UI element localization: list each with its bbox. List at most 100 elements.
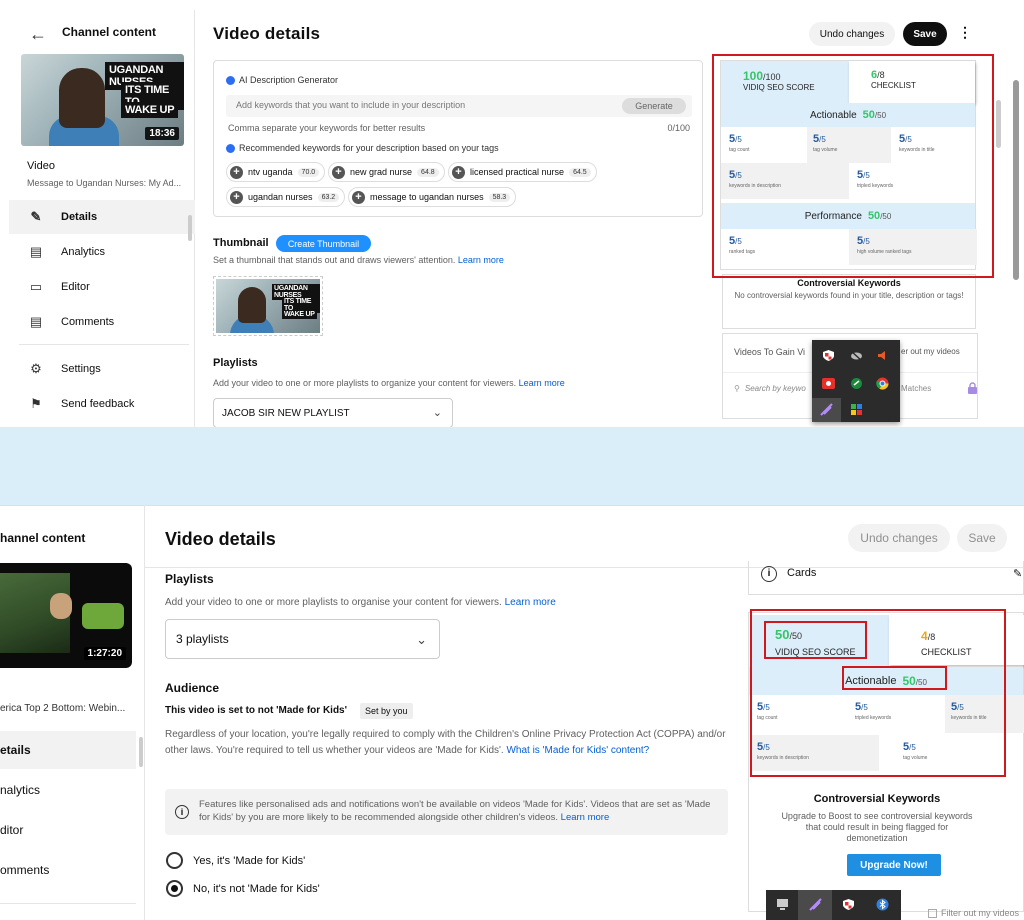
back-arrow-icon[interactable]: ←	[29, 24, 47, 45]
filter-my-videos[interactable]: er out my videos	[901, 347, 960, 356]
red-highlight-box	[712, 54, 994, 278]
thumbnail-option[interactable]: UGANDAN NURSES ITS TIME TO WAKE UP	[213, 276, 323, 336]
create-thumbnail-button[interactable]: Create Thumbnail	[276, 235, 371, 252]
network-icon[interactable]	[850, 377, 863, 390]
feather-icon[interactable]	[820, 403, 833, 416]
cards-row[interactable]: i Cards ✎	[748, 561, 1024, 595]
chip-score: 70.0	[297, 167, 320, 177]
generate-button[interactable]: Generate	[622, 98, 686, 114]
keyword-search[interactable]: ⚲ Search by keywo	[734, 384, 806, 393]
keyword-chip[interactable]: + ntv uganda 70.0	[226, 162, 326, 182]
save-button[interactable]: Save	[957, 524, 1007, 552]
panel-scrollbar[interactable]	[996, 100, 1001, 148]
page-scrollbar[interactable]	[1013, 80, 1019, 280]
cards-label: Cards	[787, 567, 817, 579]
learn-more-link[interactable]: Learn more	[519, 378, 565, 388]
keyword-chip[interactable]: + message to ugandan nurses 58.3	[348, 187, 517, 207]
nav-comments[interactable]: ▤ Comments	[9, 305, 195, 339]
page-title: Video details	[213, 24, 321, 43]
nav-send-feedback[interactable]: ⚑ Send feedback	[9, 387, 195, 421]
checkbox[interactable]	[928, 908, 937, 918]
muted-cloud-icon[interactable]	[850, 349, 863, 362]
top-border	[0, 505, 1024, 506]
filter-my-videos[interactable]: Filter out my videos	[928, 908, 1019, 918]
plus-icon: +	[452, 165, 465, 179]
audience-status: This video is set to not 'Made for Kids'	[165, 705, 347, 716]
nav-label: Editor	[61, 281, 90, 293]
keyword-chip[interactable]: + ugandan nurses 63.2	[226, 187, 346, 207]
learn-more-link[interactable]: Learn more	[458, 255, 504, 265]
nav-details[interactable]: ✎ Details	[9, 200, 195, 234]
thumbnail-heading: Thumbnail	[213, 237, 269, 249]
radio-button[interactable]	[166, 880, 183, 897]
undo-changes-button[interactable]: Undo changes	[848, 524, 950, 552]
chrome-icon[interactable]	[876, 377, 889, 390]
bluetooth-icon[interactable]	[876, 898, 889, 911]
video-thumbnail[interactable]: 1:27:20	[0, 563, 132, 668]
chevron-down-icon: ⌄	[432, 407, 442, 419]
radio-label: Yes, it's 'Made for Kids'	[193, 854, 306, 867]
radio-made-for-kids-no[interactable]: No, it's not 'Made for Kids'	[166, 880, 320, 897]
comment-icon: ▤	[29, 314, 43, 329]
record-icon[interactable]	[822, 377, 835, 390]
lock-icon[interactable]	[967, 382, 978, 394]
playlist-selected: JACOB SIR NEW PLAYLIST	[222, 408, 350, 419]
person-figure	[59, 68, 105, 128]
nav-comments[interactable]: omments	[0, 851, 136, 889]
nav-analytics[interactable]: nalytics	[0, 771, 136, 809]
info-icon: i	[175, 805, 189, 819]
sidebar: hannel content 1:27:20 erica Top 2 Botto…	[0, 505, 145, 920]
learn-more-link[interactable]: Learn more	[505, 597, 556, 608]
controversial-heading: Controversial Keywords	[813, 793, 941, 805]
channel-content-label: Channel content	[62, 25, 157, 39]
speaker-icon[interactable]	[876, 349, 889, 362]
pencil-icon: ✎	[30, 209, 42, 224]
video-thumbnail[interactable]: UGANDAN NURSES ITS TIME TO WAKE UP 18:36	[21, 54, 184, 146]
video-title: Message to Ugandan Nurses: My Ad...	[27, 178, 182, 188]
nav-label: Details	[61, 211, 98, 223]
app-grid-icon[interactable]	[850, 403, 863, 416]
sidebar-scrollbar[interactable]	[139, 737, 143, 767]
keyword-chip[interactable]: + new grad nurse 64.8	[328, 162, 445, 182]
duration-badge: 1:27:20	[83, 647, 126, 660]
info-text: Features like personalised ads and notif…	[199, 798, 719, 824]
chip-label: ntv uganda	[248, 167, 293, 177]
playlists-heading: Playlists	[213, 357, 258, 369]
monitor-icon[interactable]	[776, 898, 789, 911]
keywords-input[interactable]: Add keywords that you want to include in…	[226, 95, 692, 117]
screenshot-separator	[0, 427, 1024, 505]
sidebar-scrollbar[interactable]	[188, 215, 192, 241]
learn-more-link[interactable]: Learn more	[561, 812, 610, 823]
top-screenshot: ← Channel content UGANDAN NURSES ITS TIM…	[0, 0, 1024, 427]
nav-editor[interactable]: ditor	[0, 811, 136, 849]
thumbnail-image: UGANDAN NURSES ITS TIME TO WAKE UP	[216, 279, 320, 333]
recommended-heading: Recommended keywords for your descriptio…	[226, 143, 499, 154]
nav-editor[interactable]: ▭ Editor	[9, 270, 195, 304]
shield-icon[interactable]	[842, 898, 855, 911]
feather-icon[interactable]	[809, 898, 822, 911]
radio-button[interactable]	[166, 852, 183, 869]
upgrade-now-button[interactable]: Upgrade Now!	[847, 854, 941, 876]
pencil-icon[interactable]: ✎	[1013, 567, 1022, 580]
chip-label: licensed practical nurse	[470, 167, 565, 177]
search-icon: ⚲	[734, 384, 740, 393]
person-figure	[238, 287, 266, 323]
what-is-made-for-kids-link[interactable]: What is 'Made for Kids' content?	[506, 745, 649, 756]
nav-details[interactable]: etails	[0, 731, 136, 769]
playlist-dropdown[interactable]: 3 playlists ⌄	[165, 619, 440, 659]
shield-icon[interactable]	[822, 349, 835, 362]
radio-made-for-kids-yes[interactable]: Yes, it's 'Made for Kids'	[166, 852, 305, 869]
nav-settings[interactable]: ⚙ Settings	[9, 352, 195, 386]
keyword-chip[interactable]: + licensed practical nurse 64.5	[448, 162, 597, 182]
playlist-dropdown[interactable]: JACOB SIR NEW PLAYLIST ⌄	[213, 398, 453, 427]
set-by-you-badge: Set by you	[360, 703, 413, 719]
playlists-desc-text: Add your video to one or more playlists …	[165, 597, 502, 608]
system-tray-popup	[812, 340, 900, 422]
feedback-icon: ⚑	[30, 396, 42, 411]
nav-analytics[interactable]: ▤ Analytics	[9, 235, 195, 269]
audience-legal-text: Regardless of your location, you're lega…	[165, 727, 730, 759]
vidiq-logo-icon	[226, 76, 235, 86]
plus-icon: +	[352, 190, 365, 204]
plus-icon: +	[332, 165, 345, 179]
thumb-banner-line-3: WAKE UP	[282, 310, 317, 319]
